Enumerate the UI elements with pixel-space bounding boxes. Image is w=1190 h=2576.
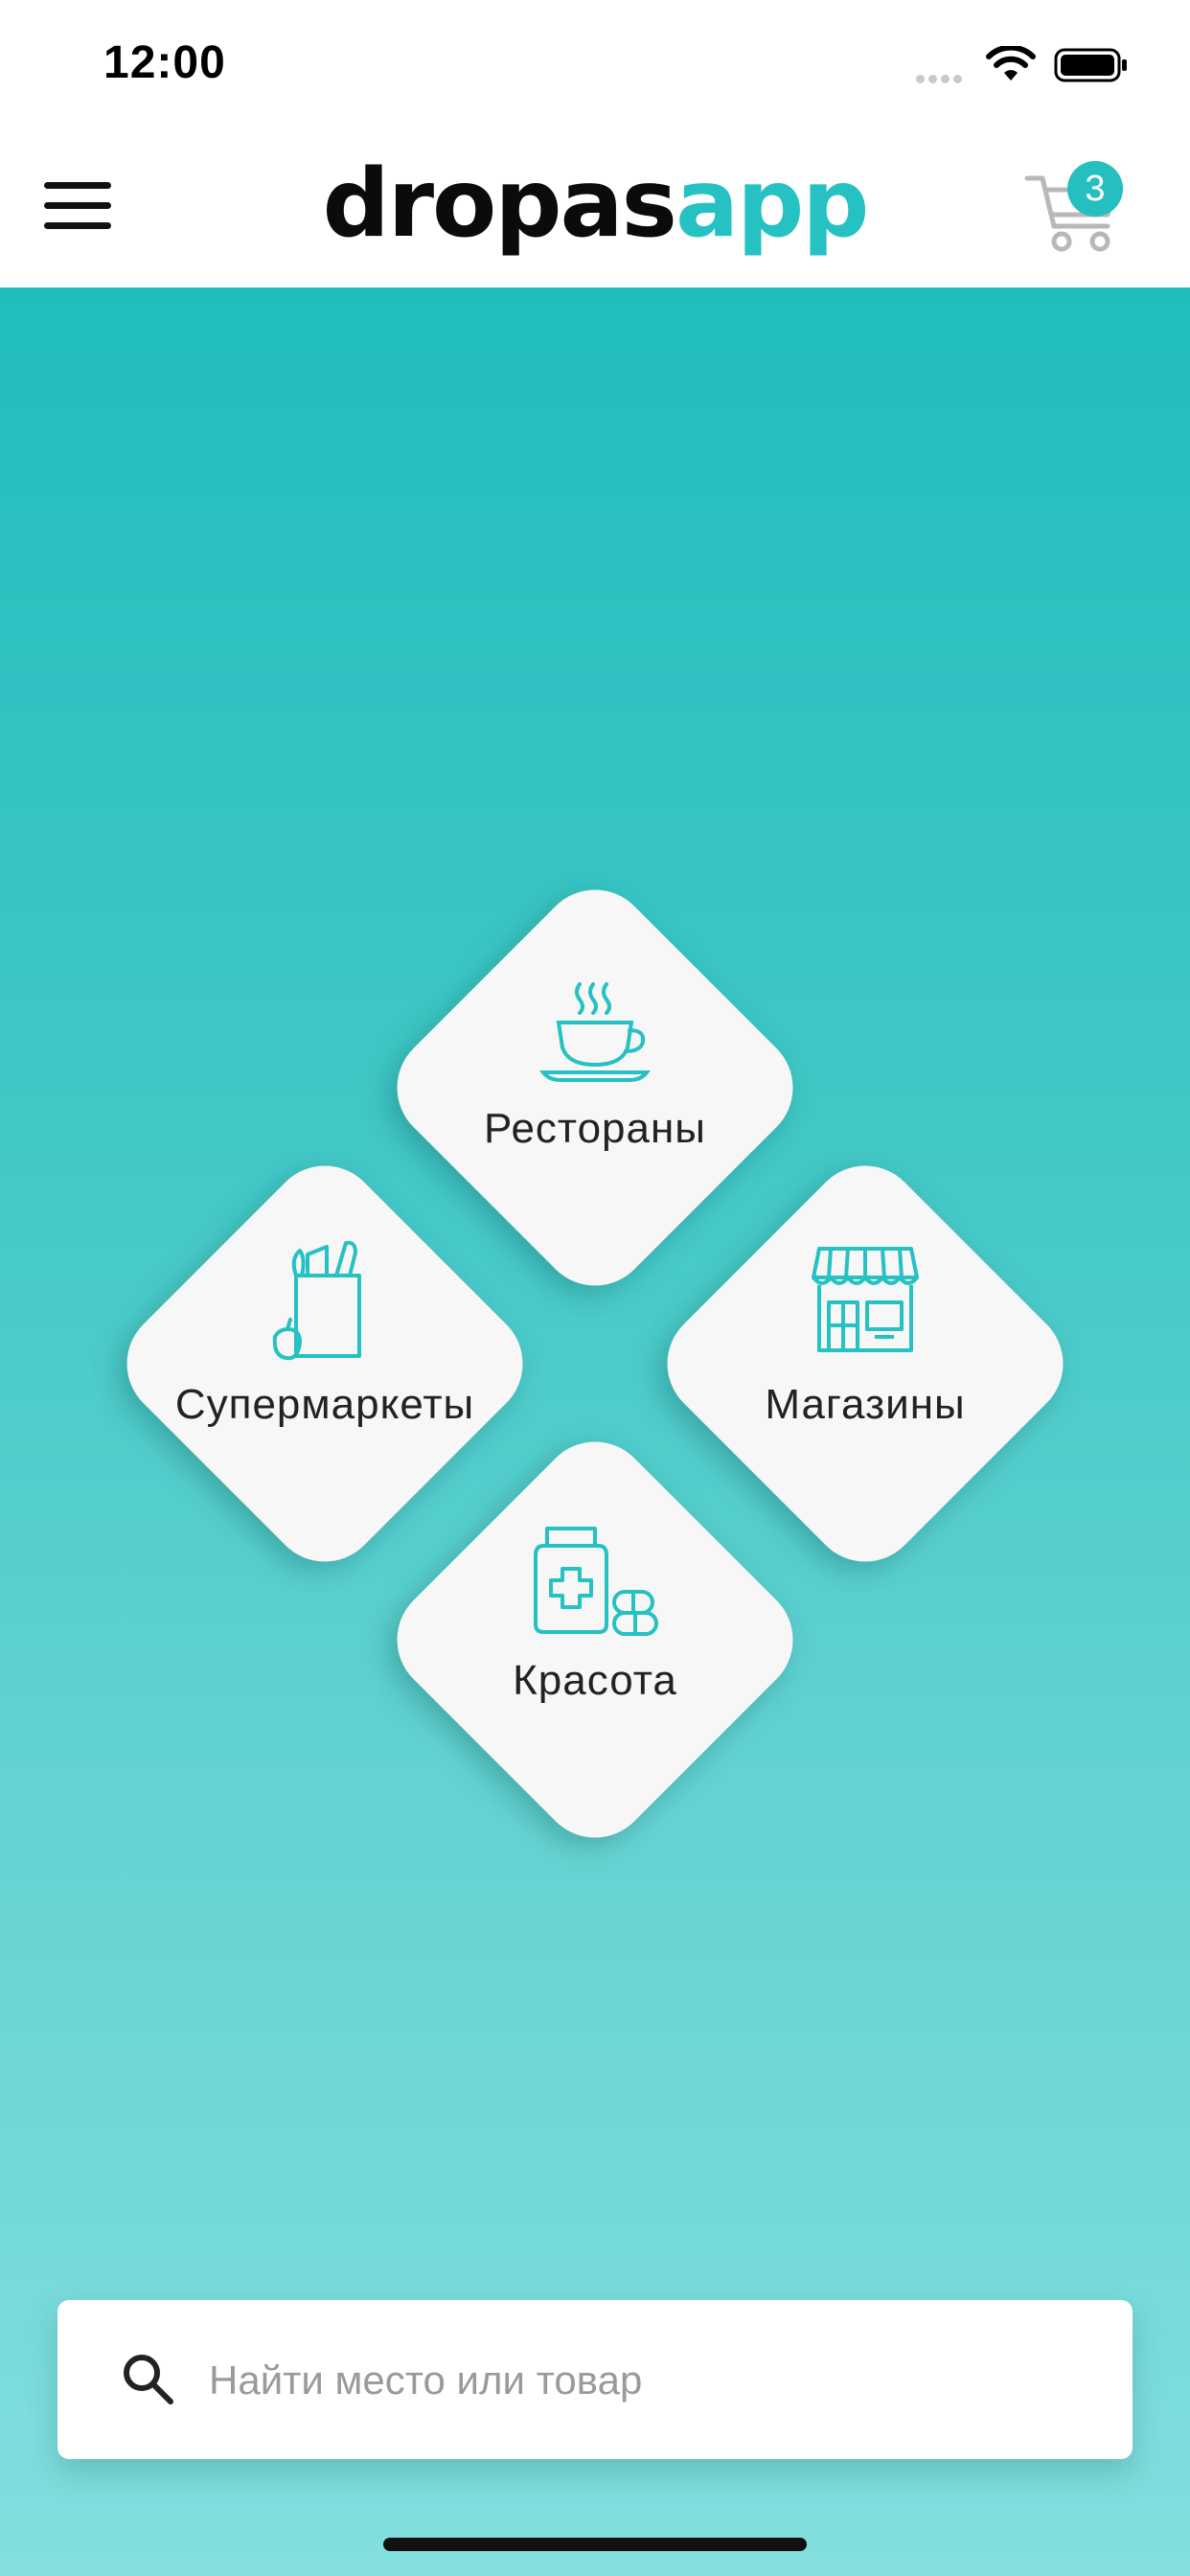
battery-icon [1054, 48, 1127, 82]
app-logo: dropasapp [0, 142, 1190, 266]
search-bar[interactable] [57, 2300, 1133, 2459]
cellular-signal-icon [916, 71, 966, 88]
logo-text-dark: dropas [322, 150, 677, 259]
wifi-icon [986, 46, 1036, 80]
status-time: 12:00 [103, 37, 226, 88]
search-input[interactable] [207, 2336, 1073, 2425]
medicine-jar-icon [373, 1525, 817, 1644]
search-icon [124, 2355, 173, 2404]
cart-count-badge: 3 [1067, 161, 1123, 217]
coffee-cup-icon [373, 980, 817, 1091]
storefront-icon [643, 1241, 1087, 1361]
category-label: Красота [513, 1657, 677, 1704]
home-indicator [383, 2538, 807, 2551]
grocery-bag-icon [103, 1237, 547, 1367]
status-bar: 12:00 [0, 0, 1190, 129]
category-beauty-tile[interactable]: Красота [373, 1417, 817, 1862]
logo-text-accent: app [675, 150, 869, 259]
